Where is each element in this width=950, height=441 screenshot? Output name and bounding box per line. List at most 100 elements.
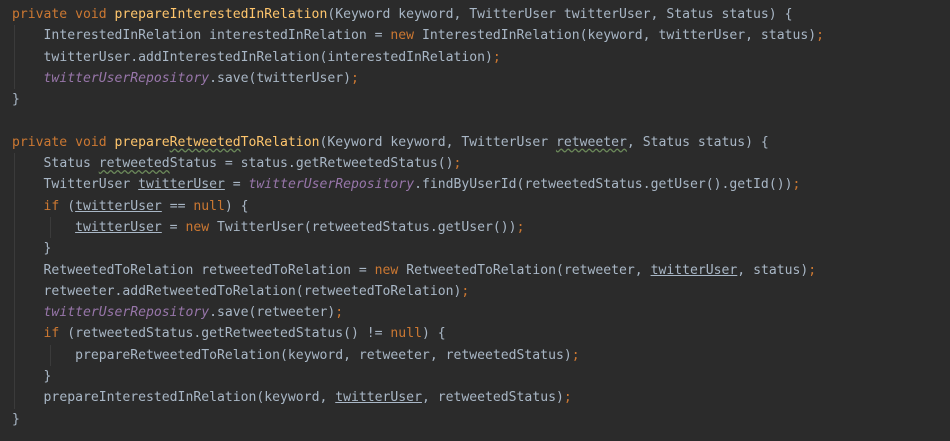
code-line[interactable] bbox=[0, 110, 950, 131]
indent-guide bbox=[14, 302, 15, 324]
code-line[interactable]: TwitterUser twitterUser = twitterUserRep… bbox=[0, 174, 950, 196]
code-token: twitterUserRepository bbox=[248, 177, 415, 193]
code-token: InterestedInRelation interestedInRelatio… bbox=[43, 28, 391, 44]
indent-guide bbox=[14, 259, 15, 281]
indent-guide bbox=[14, 46, 15, 68]
indent-guide bbox=[14, 25, 15, 47]
code-token: prepareRetweetedToRelation(keyword, retw… bbox=[75, 347, 572, 363]
code-line[interactable]: Status retweetedStatus = status.getRetwe… bbox=[0, 153, 950, 175]
indent-guide bbox=[14, 195, 15, 217]
indent-guide bbox=[14, 323, 15, 345]
code-token: RetweetedToRelation(retweeter, bbox=[406, 262, 651, 278]
code-token: == bbox=[161, 198, 194, 214]
code-token: ; bbox=[335, 305, 344, 321]
code-token: ; bbox=[351, 70, 359, 86]
code-line[interactable]: } bbox=[0, 366, 950, 388]
indent-guide bbox=[14, 67, 15, 90]
code-line[interactable]: retweeter.addRetweetedToRelation(retweet… bbox=[0, 280, 950, 303]
code-token: TwitterUser bbox=[43, 177, 139, 193]
code-token: twitterUser.addInterestedInRelation(inte… bbox=[43, 49, 493, 65]
code-line[interactable]: if (retweetedStatus.getRetweetedStatus()… bbox=[0, 323, 950, 345]
code-token: (Keyword keyword, TwitterUser twitterUse… bbox=[327, 7, 793, 22]
code-token: .save(twitterUser) bbox=[209, 70, 351, 86]
code-token: = bbox=[224, 177, 249, 193]
code-token: retweeter bbox=[555, 134, 627, 150]
code-token: twitterUser bbox=[75, 219, 162, 235]
indent-guide bbox=[14, 366, 15, 388]
code-token: .save(retweeter) bbox=[209, 305, 336, 321]
code-token: , retweetedStatus) bbox=[421, 390, 564, 406]
code-editor[interactable]: private void prepareInterestedInRelation… bbox=[0, 4, 950, 441]
code-line[interactable]: } bbox=[0, 238, 950, 260]
code-token: null bbox=[193, 198, 225, 214]
code-token: ; bbox=[808, 262, 817, 278]
indent-guide bbox=[14, 280, 15, 303]
code-token: (Keyword keyword, TwitterUser bbox=[319, 134, 556, 150]
code-token: twitterUser bbox=[650, 262, 738, 278]
code-token: private void bbox=[12, 134, 115, 150]
code-token: twitterUserRepository bbox=[43, 70, 210, 86]
indent-guide bbox=[14, 174, 15, 196]
code-token: ; bbox=[571, 347, 580, 363]
indent-guide bbox=[14, 238, 15, 260]
code-token: twitterUser bbox=[138, 177, 225, 193]
indent-guide bbox=[50, 344, 51, 367]
code-token: ToRelation bbox=[240, 134, 320, 150]
code-token: new bbox=[374, 262, 407, 278]
code-line[interactable]: twitterUserRepository.save(twitterUser); bbox=[0, 67, 950, 90]
code-token: new bbox=[390, 28, 422, 44]
code-token: ; bbox=[461, 283, 470, 299]
code-token: = bbox=[161, 219, 186, 235]
code-token: , Status status) { bbox=[626, 134, 769, 150]
code-line[interactable]: twitterUserRepository.save(retweeter); bbox=[0, 302, 950, 324]
code-token: } bbox=[12, 92, 20, 108]
code-line[interactable]: prepareInterestedInRelation(keyword, twi… bbox=[0, 387, 950, 409]
code-token: (retweetedStatus.getRetweetedStatus() != bbox=[67, 326, 391, 342]
code-token: new bbox=[185, 219, 217, 235]
code-token: ; bbox=[492, 49, 501, 65]
code-line[interactable]: twitterUser.addInterestedInRelation(inte… bbox=[0, 46, 950, 68]
code-token: ) { bbox=[224, 198, 249, 214]
code-line[interactable]: InterestedInRelation interestedInRelatio… bbox=[0, 25, 950, 47]
indent-guide bbox=[14, 387, 15, 409]
code-line[interactable]: RetweetedToRelation retweetedToRelation … bbox=[0, 259, 950, 281]
code-token: prepareInterestedInRelation bbox=[114, 7, 328, 22]
code-token: ; bbox=[792, 177, 801, 193]
code-token: InterestedInRelation(keyword, twitterUse… bbox=[421, 28, 817, 44]
code-token: prepareInterestedInRelation(keyword, bbox=[43, 390, 336, 406]
code-token: RetweetedToRelation retweetedToRelation … bbox=[43, 262, 375, 278]
code-token: ; bbox=[816, 28, 824, 44]
code-token: ; bbox=[516, 219, 525, 235]
code-token: } bbox=[43, 241, 52, 257]
code-token: TwitterUser(retweetedStatus.getUser()) bbox=[217, 219, 517, 235]
indent-guide bbox=[14, 216, 15, 239]
code-token: null bbox=[390, 326, 422, 342]
code-token: .findByUserId(retweetedStatus.getUser().… bbox=[414, 177, 793, 193]
indent-guide bbox=[14, 153, 15, 175]
code-line[interactable]: private void prepareRetweetedToRelation(… bbox=[0, 132, 950, 153]
code-token: retweeted bbox=[98, 156, 170, 172]
code-line[interactable]: private void prepareInterestedInRelation… bbox=[0, 4, 950, 25]
code-line[interactable]: twitterUser = new TwitterUser(retweetedS… bbox=[0, 216, 950, 239]
code-token: Retweeted bbox=[169, 134, 241, 150]
code-token: private void bbox=[12, 7, 115, 22]
code-line[interactable]: if (twitterUser == null) { bbox=[0, 195, 950, 217]
code-token: twitterUserRepository bbox=[43, 305, 210, 321]
code-token: Status bbox=[43, 156, 99, 172]
code-token: ; bbox=[563, 390, 572, 406]
code-token: ( bbox=[67, 198, 76, 214]
code-line[interactable]: prepareRetweetedToRelation(keyword, retw… bbox=[0, 344, 950, 367]
code-line[interactable]: } bbox=[0, 89, 950, 110]
code-token: ) { bbox=[421, 326, 446, 342]
indent-guide bbox=[14, 344, 15, 367]
code-token: twitterUser bbox=[335, 390, 422, 406]
code-token: retweeter.addRetweetedToRelation(retweet… bbox=[43, 283, 462, 299]
code-token: if bbox=[43, 326, 68, 342]
code-token: twitterUser bbox=[75, 198, 162, 214]
code-line[interactable]: } bbox=[0, 409, 950, 430]
code-token: Status = status.getRetweetedStatus() bbox=[169, 156, 454, 172]
code-token: } bbox=[12, 411, 20, 427]
code-token: if bbox=[43, 198, 68, 214]
code-token: prepare bbox=[114, 134, 170, 150]
code-token: , status) bbox=[737, 262, 809, 278]
